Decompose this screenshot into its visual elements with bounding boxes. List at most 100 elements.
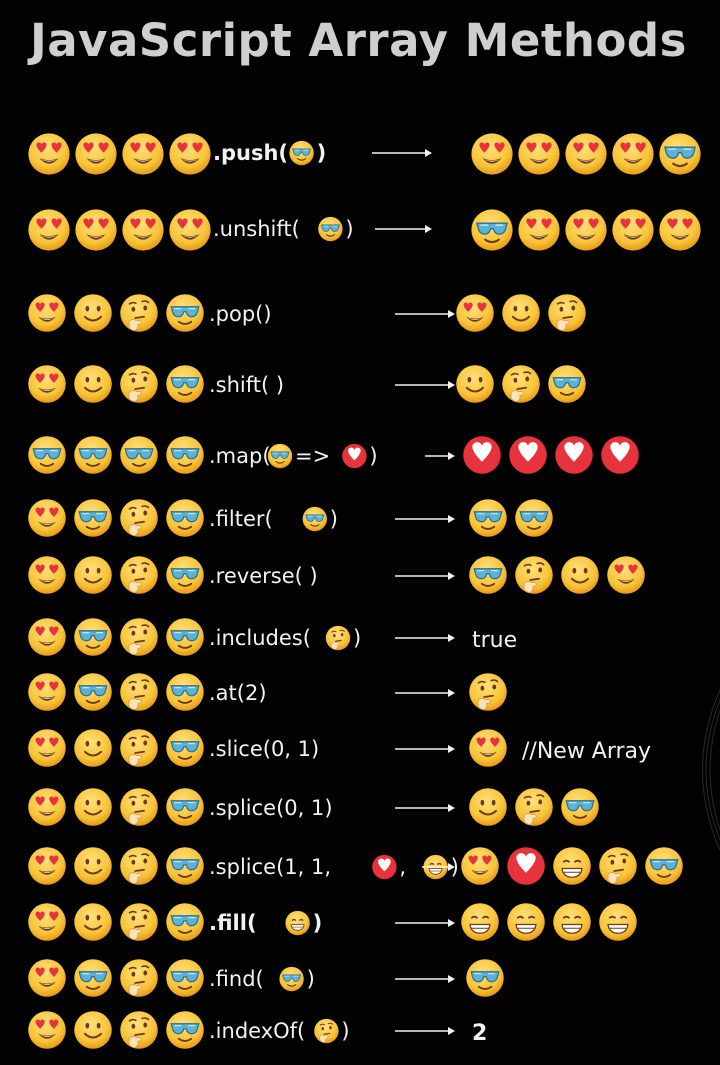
thinking-emoji-icon bbox=[515, 556, 553, 594]
method-text: => bbox=[295, 444, 330, 468]
arrow-icon bbox=[395, 515, 455, 523]
smiling-emoji-icon bbox=[456, 365, 494, 403]
heart-eyes-emoji-icon bbox=[28, 847, 66, 885]
thinking-emoji-icon bbox=[548, 294, 586, 332]
method-text: .shift( ) bbox=[209, 373, 284, 397]
heart-eyes-emoji-icon bbox=[28, 133, 70, 175]
method-text: ) bbox=[330, 507, 338, 531]
thinking-emoji-icon bbox=[120, 618, 158, 656]
method-text: .indexOf( bbox=[209, 1019, 305, 1043]
method-text: ) bbox=[307, 967, 315, 991]
heart-eyes-emoji-icon bbox=[518, 209, 560, 251]
method-row: .filter() bbox=[0, 498, 720, 548]
sunglasses-emoji-icon bbox=[289, 140, 314, 166]
smiling-emoji-icon bbox=[74, 847, 112, 885]
smiling-emoji-icon bbox=[74, 1011, 112, 1049]
sunglasses-emoji-icon bbox=[120, 436, 158, 474]
result-comment: //New Array bbox=[522, 739, 652, 764]
arrow-icon bbox=[422, 863, 455, 871]
thinking-emoji-icon bbox=[515, 788, 553, 826]
thinking-emoji-icon bbox=[120, 499, 158, 537]
method-call: .unshift() bbox=[213, 216, 354, 242]
sunglasses-emoji-icon bbox=[166, 729, 204, 767]
heart-eyes-emoji-icon bbox=[169, 209, 211, 251]
sunglasses-emoji-icon bbox=[74, 436, 112, 474]
arrow-icon bbox=[395, 804, 455, 812]
smiling-emoji-icon bbox=[74, 365, 112, 403]
method-row: .unshift() bbox=[0, 208, 720, 258]
method-row: .shift( ) bbox=[0, 364, 720, 414]
smiling-emoji-icon bbox=[561, 556, 599, 594]
heart-eyes-emoji-icon bbox=[28, 618, 66, 656]
thinking-emoji-icon bbox=[120, 788, 158, 826]
arrow-icon bbox=[425, 452, 455, 460]
heart-eyes-emoji-icon bbox=[565, 209, 607, 251]
method-row: .map( => ) bbox=[0, 435, 720, 485]
thinking-emoji-icon bbox=[120, 365, 158, 403]
heart-eyes-emoji-icon bbox=[461, 847, 499, 885]
arrow-icon bbox=[395, 689, 455, 697]
thinking-emoji-icon bbox=[120, 1011, 158, 1049]
sunglasses-emoji-icon bbox=[166, 673, 204, 711]
method-text: .unshift( bbox=[213, 217, 300, 241]
sunglasses-emoji-icon bbox=[302, 506, 327, 532]
grinning-emoji-icon bbox=[599, 903, 637, 941]
thinking-emoji-icon bbox=[502, 365, 540, 403]
red-heart-icon bbox=[601, 436, 639, 474]
sunglasses-emoji-icon bbox=[469, 556, 507, 594]
sunglasses-emoji-icon bbox=[469, 499, 507, 537]
thinking-emoji-icon bbox=[599, 847, 637, 885]
arrow-icon bbox=[395, 975, 455, 983]
heart-eyes-emoji-icon bbox=[28, 1011, 66, 1049]
red-heart-icon bbox=[507, 847, 545, 885]
heart-eyes-emoji-icon bbox=[659, 209, 701, 251]
heart-eyes-emoji-icon bbox=[122, 209, 164, 251]
thinking-emoji-icon bbox=[120, 959, 158, 997]
method-row: .pop() bbox=[0, 293, 720, 343]
sunglasses-emoji-icon bbox=[561, 788, 599, 826]
heart-eyes-emoji-icon bbox=[28, 788, 66, 826]
page-title: JavaScript Array Methods bbox=[30, 14, 687, 67]
heart-eyes-emoji-icon bbox=[607, 556, 645, 594]
sunglasses-emoji-icon bbox=[166, 903, 204, 941]
arrow-icon bbox=[395, 572, 455, 580]
sunglasses-emoji-icon bbox=[166, 618, 204, 656]
result-value: true bbox=[472, 628, 518, 653]
arrow-icon bbox=[395, 1027, 455, 1035]
thinking-emoji-icon bbox=[469, 673, 507, 711]
heart-eyes-emoji-icon bbox=[28, 903, 66, 941]
sunglasses-emoji-icon bbox=[466, 959, 504, 997]
red-heart-icon bbox=[555, 436, 593, 474]
smiling-emoji-icon bbox=[74, 294, 112, 332]
method-row: .push() bbox=[0, 132, 720, 182]
sunglasses-emoji-icon bbox=[74, 959, 112, 997]
method-call: .push() bbox=[213, 140, 326, 166]
heart-eyes-emoji-icon bbox=[28, 729, 66, 767]
heart-eyes-emoji-icon bbox=[75, 133, 117, 175]
heart-eyes-emoji-icon bbox=[469, 729, 507, 767]
red-heart-icon bbox=[509, 436, 547, 474]
heart-eyes-emoji-icon bbox=[612, 133, 654, 175]
method-text: .includes( bbox=[209, 626, 311, 650]
method-text: .fill( bbox=[209, 911, 257, 935]
smiling-emoji-icon bbox=[469, 788, 507, 826]
method-text: ) bbox=[353, 626, 361, 650]
red-heart-icon bbox=[463, 436, 501, 474]
method-text: ) bbox=[345, 217, 353, 241]
heart-eyes-emoji-icon bbox=[456, 294, 494, 332]
heart-eyes-emoji-icon bbox=[612, 209, 654, 251]
method-row: .reverse( ) bbox=[0, 555, 720, 605]
heart-eyes-emoji-icon bbox=[471, 133, 513, 175]
thinking-emoji-icon bbox=[325, 625, 351, 651]
grinning-emoji-icon bbox=[507, 903, 545, 941]
thinking-emoji-icon bbox=[120, 729, 158, 767]
sunglasses-emoji-icon bbox=[166, 294, 204, 332]
sunglasses-emoji-icon bbox=[74, 499, 112, 537]
sunglasses-emoji-icon bbox=[548, 365, 586, 403]
thinking-emoji-icon bbox=[120, 556, 158, 594]
arrow-icon bbox=[372, 149, 432, 157]
arrow-icon bbox=[395, 634, 455, 642]
method-text: .find( bbox=[209, 967, 264, 991]
heart-eyes-emoji-icon bbox=[565, 133, 607, 175]
sunglasses-emoji-icon bbox=[166, 436, 204, 474]
